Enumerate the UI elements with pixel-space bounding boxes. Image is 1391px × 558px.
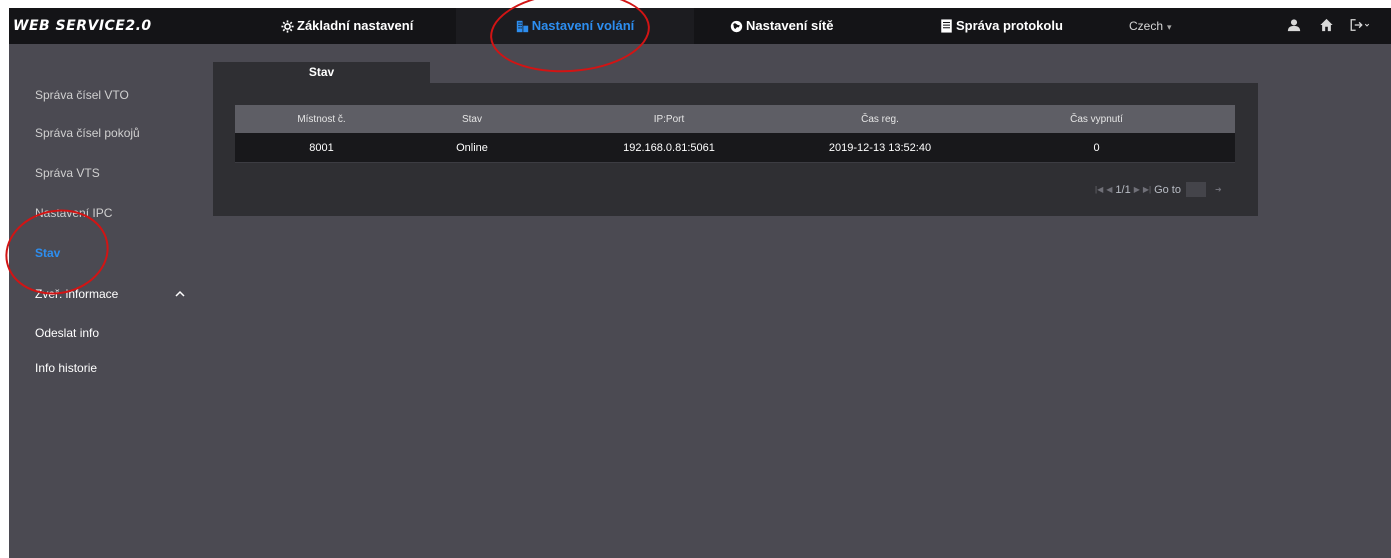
cell-registration-time: 2019-12-13 13:52:40	[828, 141, 932, 154]
page-indicator: 1/1	[1115, 183, 1131, 196]
nav-tab-label: Nastavení volání	[531, 18, 635, 33]
nav-tab-label: Základní nastavení	[297, 18, 414, 33]
sidebar-item-info-history[interactable]: Info historie	[35, 361, 97, 375]
cell-room-number: 8001	[309, 141, 334, 154]
nav-tab-basic-settings[interactable]: Základní nastavení	[281, 8, 413, 44]
building-icon	[516, 20, 529, 33]
nav-tab-label: Správa protokolu	[956, 18, 1063, 33]
column-header: Čas reg.	[861, 113, 899, 125]
column-header: Čas vypnutí	[1070, 113, 1123, 125]
chevron-down-icon: ▾	[1167, 22, 1172, 32]
user-icon[interactable]	[1287, 18, 1301, 37]
logo: WEB SERVICE2.0	[13, 18, 152, 34]
sidebar-group-public-info[interactable]: Zveř. informace	[35, 287, 118, 301]
nav-tab-network-settings[interactable]: Nastavení sítě	[730, 8, 833, 44]
cell-offline-time: 0	[1093, 141, 1100, 154]
cell-status: Online	[456, 141, 488, 154]
first-page-icon[interactable]: |◀	[1095, 185, 1103, 194]
sidebar-item-send-info[interactable]: Odeslat info	[35, 326, 99, 340]
goto-page-input[interactable]	[1185, 182, 1206, 197]
sidebar-item-vto-numbers[interactable]: Správa čísel VTO	[35, 88, 129, 102]
nav-tab-label: Nastavení sítě	[746, 18, 834, 33]
home-icon[interactable]	[1319, 18, 1334, 37]
sidebar-item-vts[interactable]: Správa VTS	[35, 166, 100, 180]
tab-status[interactable]: Stav	[213, 62, 430, 83]
column-header: Místnost č.	[297, 113, 346, 125]
document-icon	[940, 19, 953, 33]
sidebar-item-room-numbers[interactable]: Správa čísel pokojů	[35, 126, 140, 140]
cell-ip-port: 192.168.0.81:5061	[623, 141, 715, 154]
sidebar-item-ipc[interactable]: Nastavení IPC	[35, 206, 112, 220]
table-row[interactable]: 8001 Online 192.168.0.81:5061 2019-12-13…	[235, 133, 1235, 163]
nav-tab-log-management[interactable]: Správa protokolu	[940, 8, 1063, 44]
chevron-up-icon[interactable]	[175, 284, 185, 302]
nav-tab-call-settings[interactable]: Nastavení volání	[456, 8, 694, 44]
gear-icon	[281, 19, 294, 33]
globe-icon	[730, 20, 743, 33]
top-bar: WEB SERVICE2.0 Základní nastavení Nastav…	[9, 8, 1391, 44]
next-page-icon[interactable]: ▶	[1134, 185, 1140, 194]
app-window: WEB SERVICE2.0 Základní nastavení Nastav…	[9, 8, 1391, 558]
pagination: |◀ ◀ 1/1 ▶ ▶| Go to ➜	[1095, 182, 1222, 197]
column-header: Stav	[461, 113, 482, 125]
table-header: Místnost č. Stav IP:Port Čas reg. Čas vy…	[235, 105, 1235, 133]
prev-page-icon[interactable]: ◀	[1106, 185, 1112, 194]
language-value: Czech	[1129, 19, 1164, 33]
column-header: IP:Port	[653, 113, 685, 125]
status-panel: Místnost č. Stav IP:Port Čas reg. Čas vy…	[213, 83, 1258, 216]
goto-label: Go to	[1154, 183, 1181, 196]
logout-icon[interactable]	[1349, 18, 1371, 37]
sidebar-item-status[interactable]: Stav	[35, 246, 60, 260]
last-page-icon[interactable]: ▶|	[1143, 185, 1151, 194]
status-table: Místnost č. Stav IP:Port Čas reg. Čas vy…	[235, 105, 1235, 163]
goto-confirm-icon[interactable]: ➜	[1215, 185, 1222, 194]
language-select[interactable]: Czech ▾	[1129, 8, 1172, 44]
